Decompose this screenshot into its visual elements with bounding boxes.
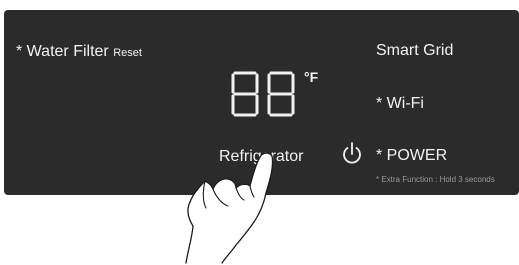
pointing-hand-icon: [185, 152, 274, 264]
